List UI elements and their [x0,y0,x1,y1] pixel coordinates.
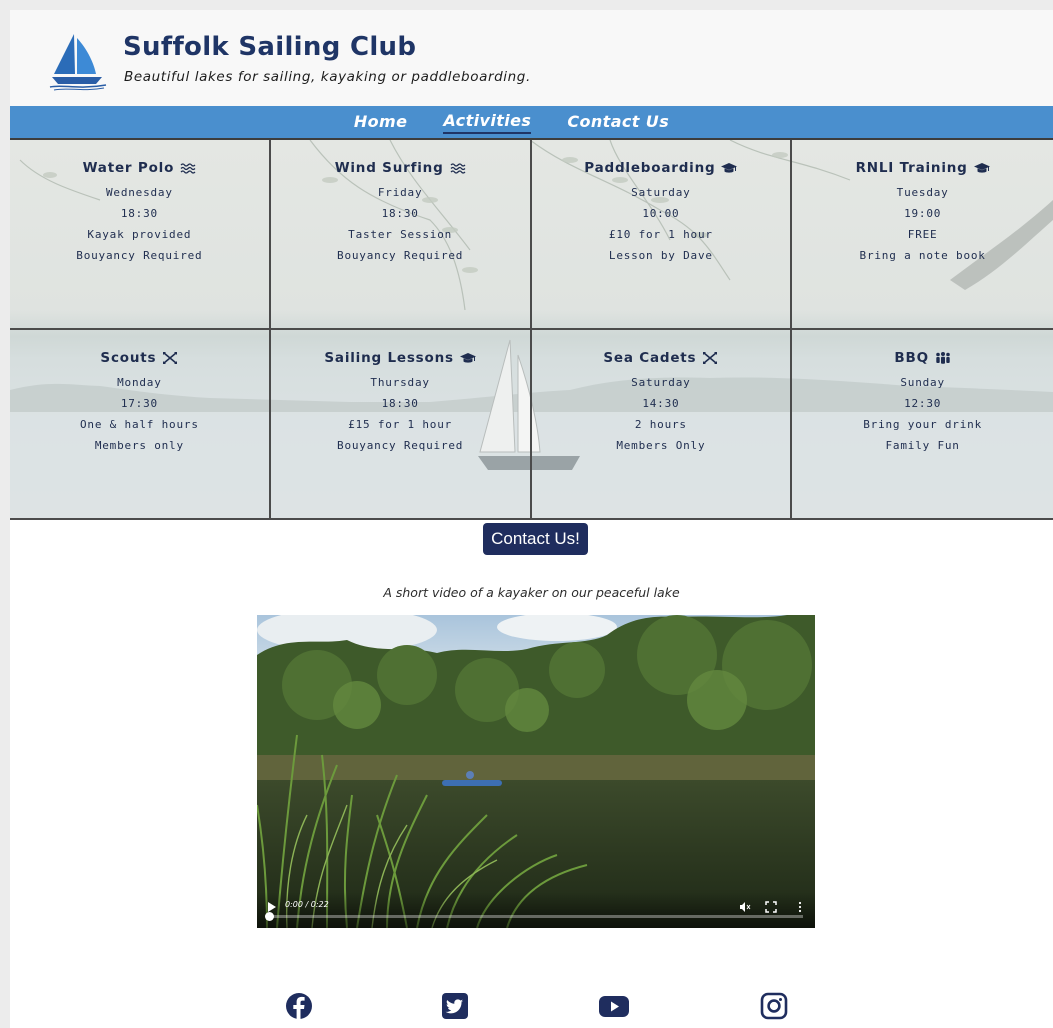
video-player[interactable]: 0:00 / 0:22 [257,615,815,928]
water-waves-icon [180,163,196,174]
activity-detail: Taster Session [348,228,453,241]
water-waves-icon [450,163,466,174]
contact-us-button[interactable]: Contact Us! [483,523,588,555]
graduation-cap-icon [459,353,476,363]
nav-link-contact-us[interactable]: Contact Us [567,112,669,133]
activity-card-bbq: BBQ Sunday 12:30 Bring your drink Family… [792,330,1053,520]
activity-time: 18:30 [381,207,419,220]
graduation-cap-icon [973,163,990,173]
nav-link-home[interactable]: Home [354,112,408,133]
activity-card-water-polo: Water Polo Wednesday 18:30 Kayak provide… [10,140,271,330]
activities-grid: Water Polo Wednesday 18:30 Kayak provide… [10,138,1053,520]
crossed-arrows-icon [703,352,718,364]
site-header: Suffolk Sailing Club Beautiful lakes for… [10,10,1053,106]
activity-detail: Kayak provided [87,228,192,241]
twitter-icon[interactable] [441,992,469,1020]
more-options-icon[interactable] [797,901,803,913]
activity-note: Bouyancy Required [337,249,464,262]
activity-day: Tuesday [896,186,949,199]
activity-day: Sunday [900,376,945,389]
activity-note: Lesson by Dave [608,249,713,262]
facebook-icon[interactable] [285,992,313,1020]
activity-day: Thursday [370,376,430,389]
activity-title: Paddleboarding [584,160,716,176]
activity-card-sea-cadets: Sea Cadets Saturday 14:30 2 hours Member… [531,330,793,520]
activity-title: Scouts [100,350,157,366]
activity-title: BBQ [894,350,929,366]
instagram-icon[interactable] [760,992,788,1020]
activity-detail: One & half hours [79,418,199,431]
activity-note: Members Only [616,439,706,452]
activity-day: Saturday [631,376,691,389]
activity-title: Water Polo [82,160,175,176]
activity-time: 14:30 [642,397,680,410]
graduation-cap-icon [721,163,738,173]
volume-muted-icon[interactable] [739,901,751,913]
video-time: 0:00 / 0:22 [285,900,329,909]
site-tagline: Beautiful lakes for sailing, kayaking or… [124,69,531,85]
page: Suffolk Sailing Club Beautiful lakes for… [10,10,1053,1028]
activity-detail: £10 for 1 hour [608,228,713,241]
video-progress-bar[interactable] [265,912,803,921]
social-links [10,992,1053,1022]
video-caption: A short video of a kayaker on our peacef… [383,585,680,600]
youtube-icon[interactable] [598,992,630,1020]
activity-day: Saturday [631,186,691,199]
video-frame-image [257,615,815,928]
activity-detail: FREE [907,228,938,241]
activity-note: Bring a note book [859,249,986,262]
video-controls: 0:00 / 0:22 [257,892,815,928]
activity-title: Sailing Lessons [324,350,454,366]
activity-note: Members only [94,439,184,452]
activity-title: Wind Surfing [334,160,444,176]
activity-day: Friday [377,186,423,199]
activity-time: 18:30 [381,397,419,410]
activity-note: Bouyancy Required [337,439,464,452]
site-title: Suffolk Sailing Club [123,32,417,62]
activity-time: 12:30 [904,397,942,410]
activity-detail: 2 hours [634,418,687,431]
activity-card-rnli-training: RNLI Training Tuesday 19:00 FREE Bring a… [792,140,1053,330]
crossed-arrows-icon [163,352,178,364]
play-icon[interactable] [267,902,277,912]
main-nav: Home Activities Contact Us [10,106,1053,138]
activity-time: 18:30 [120,207,158,220]
nav-link-activities[interactable]: Activities [443,111,532,134]
activity-detail: Bring your drink [863,418,982,431]
activity-detail: £15 for 1 hour [348,418,453,431]
activity-card-sailing-lessons: Sailing Lessons Thursday 18:30 £15 for 1… [270,330,532,520]
activity-card-wind-surfing: Wind Surfing Friday 18:30 Taster Session… [270,140,532,330]
activity-day: Monday [117,376,162,389]
activity-note: Bouyancy Required [76,249,203,262]
people-group-icon [936,352,950,364]
activity-title: Sea Cadets [603,350,697,366]
activity-card-scouts: Scouts Monday 17:30 One & half hours Mem… [10,330,271,520]
activity-time: 10:00 [642,207,680,220]
activity-title: RNLI Training [855,160,968,176]
fullscreen-icon[interactable] [765,901,777,913]
activity-day: Wednesday [105,186,173,199]
activity-time: 19:00 [904,207,942,220]
activity-note: Family Fun [885,439,960,452]
sailboat-logo-icon[interactable] [48,30,110,92]
activity-time: 17:30 [120,397,158,410]
video-progress-knob[interactable] [265,912,274,921]
activity-card-paddleboarding: Paddleboarding Saturday 10:00 £10 for 1 … [531,140,793,330]
